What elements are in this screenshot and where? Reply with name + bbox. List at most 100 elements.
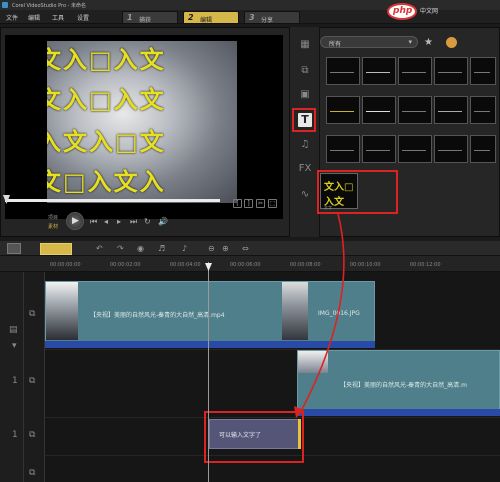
step-number: 3 — [249, 13, 255, 22]
title-thumbnail[interactable] — [326, 135, 360, 163]
title-thumbnail[interactable] — [434, 57, 468, 85]
title-thumbnail[interactable] — [326, 57, 360, 85]
media-icon[interactable]: ▦ — [298, 38, 312, 52]
ruler-tick: 00:00:00:00 — [50, 262, 81, 268]
clip-mode-label[interactable]: 素材 — [48, 223, 58, 230]
filter-icon[interactable]: FX — [298, 162, 312, 176]
selected-thumbnail-highlight — [317, 170, 398, 214]
mark-in-button[interactable]: [ — [233, 199, 242, 208]
audio-icon[interactable]: ♫ — [298, 138, 312, 152]
title-motif-row: 入文入□文 — [47, 128, 166, 156]
menu-settings[interactable]: 设置 — [77, 13, 89, 22]
category-value: 所有 — [329, 41, 342, 48]
title-thumbnail[interactable] — [398, 96, 432, 124]
watermark-logo: php — [387, 3, 417, 20]
ruler-tick: 00:00:08:00 — [290, 262, 321, 268]
menu-tools[interactable]: 工具 — [52, 13, 64, 22]
title-thumbnail[interactable] — [326, 96, 360, 124]
step-number: 1 — [127, 13, 133, 22]
cut-icon[interactable]: ✂ — [256, 199, 265, 208]
auto-music-icon[interactable]: ♪ — [182, 244, 187, 253]
mark-out-button[interactable]: ] — [244, 199, 253, 208]
title-thumbnail[interactable] — [470, 57, 496, 85]
step-label: 捕获 — [139, 17, 152, 24]
ruler-tick: 00:00:12:00 — [410, 262, 441, 268]
overlay-clip-label: 【央视】美丽的自然风光-秦青的大自然_高清.m — [340, 382, 467, 389]
title-motif-row: 文□入文入 — [47, 168, 166, 196]
clip-thumbnail — [298, 351, 328, 373]
library-sidebar — [290, 27, 320, 237]
graphic-icon[interactable]: ▣ — [298, 88, 312, 102]
redo-icon[interactable]: ↷ — [117, 244, 124, 253]
video-clip-label: 【央视】美丽的自然风光-秦青的大自然_高清.mp4 — [90, 312, 225, 319]
add-favorite-icon[interactable]: ★ — [424, 37, 433, 48]
title-thumbnail[interactable] — [362, 96, 396, 124]
track-number-icon: 1 — [12, 430, 18, 440]
library-options-icon[interactable] — [446, 37, 457, 48]
clip-thumbnail — [282, 282, 308, 340]
step-edit-tab[interactable]: 2 编辑 — [183, 11, 239, 24]
ruler-tick: 00:00:10:00 — [350, 262, 381, 268]
title-thumbnail[interactable] — [434, 96, 468, 124]
ruler-tick: 00:00:06:00 — [230, 262, 261, 268]
path-icon[interactable]: ∿ — [298, 188, 312, 202]
chevron-down-icon[interactable]: ▾ — [12, 341, 17, 351]
step-number: 2 — [188, 13, 194, 22]
overlay-track-toggle-icon[interactable]: ⧉ — [29, 376, 35, 386]
title-motif-row: 文入□入文 — [47, 86, 166, 114]
repeat-icon[interactable]: ↻ — [144, 217, 151, 226]
play-icon: ▶ — [72, 216, 79, 226]
volume-icon[interactable]: 🔊 — [158, 217, 168, 226]
clip-thumbnail — [46, 282, 78, 340]
zoom-out-icon[interactable]: ⊖ — [208, 244, 215, 253]
menu-file[interactable]: 文件 — [6, 13, 18, 22]
mixer-icon[interactable]: ♬ — [158, 244, 165, 253]
ruler-tick: 00:00:02:00 — [110, 262, 141, 268]
step-capture-tab[interactable]: 1 捕获 — [122, 11, 178, 24]
menu-edit[interactable]: 编辑 — [28, 13, 40, 22]
title-clip-highlight — [204, 411, 304, 463]
play-button[interactable]: ▶ — [66, 212, 84, 230]
transition-icon[interactable]: ⧉ — [298, 64, 312, 78]
scrubber-track — [5, 199, 220, 202]
title-thumbnail[interactable] — [470, 96, 496, 124]
app-logo-icon — [2, 2, 8, 8]
title-thumbnail[interactable] — [398, 57, 432, 85]
window-title: Corel VideoStudio Pro - 未命名 — [12, 3, 86, 9]
preview-screen: 文入□入文 文入□入文 入文入□文 文□入文入 — [5, 35, 283, 219]
prev-frame-icon[interactable]: ◂ — [104, 217, 108, 226]
voice-track-toggle-icon[interactable]: ⧉ — [29, 468, 35, 478]
record-icon[interactable]: ◉ — [137, 244, 144, 253]
chevron-down-icon: ▾ — [408, 38, 412, 46]
step-label: 编辑 — [200, 17, 213, 24]
zoom-in-icon[interactable]: ⊕ — [222, 244, 229, 253]
title-thumbnail[interactable] — [434, 135, 468, 163]
project-mode-label[interactable]: 项目 — [48, 214, 58, 221]
clip-audio-bar — [297, 409, 500, 416]
end-icon[interactable]: ⏭ — [130, 217, 137, 227]
home-icon[interactable]: ⏮ — [90, 217, 97, 227]
video-track-toggle-icon[interactable]: ⧉ — [29, 309, 35, 319]
undo-icon[interactable]: ↶ — [96, 244, 103, 253]
preview-scrubber[interactable] — [5, 199, 220, 202]
video-track-icon[interactable]: ▤ — [9, 325, 18, 335]
title-thumbnail[interactable] — [362, 135, 396, 163]
ruler-tick: 00:00:04:00 — [170, 262, 201, 268]
title-thumbnail[interactable] — [470, 135, 496, 163]
timeline-toolbar — [0, 241, 500, 256]
watermark-text: 中文网 — [420, 8, 439, 15]
fit-project-icon[interactable]: ⇔ — [242, 244, 249, 253]
next-frame-icon[interactable]: ▸ — [117, 217, 121, 226]
timeline-view-button[interactable] — [40, 243, 72, 255]
step-share-tab[interactable]: 3 分享 — [244, 11, 300, 24]
storyboard-view-button[interactable] — [7, 243, 21, 254]
library-category-select[interactable]: 所有 ▾ — [320, 36, 418, 48]
playhead-line — [208, 262, 209, 482]
title-motif-row: 文入□入文 — [47, 46, 166, 74]
title-track-toggle-icon[interactable]: ⧉ — [29, 430, 35, 440]
image-clip-label: IMG_0016.JPG — [318, 310, 360, 317]
track-number-icon: 1 — [12, 376, 18, 386]
title-thumbnail[interactable] — [398, 135, 432, 163]
title-thumbnail[interactable] — [362, 57, 396, 85]
fullscreen-icon[interactable]: ⬚ — [268, 199, 277, 208]
